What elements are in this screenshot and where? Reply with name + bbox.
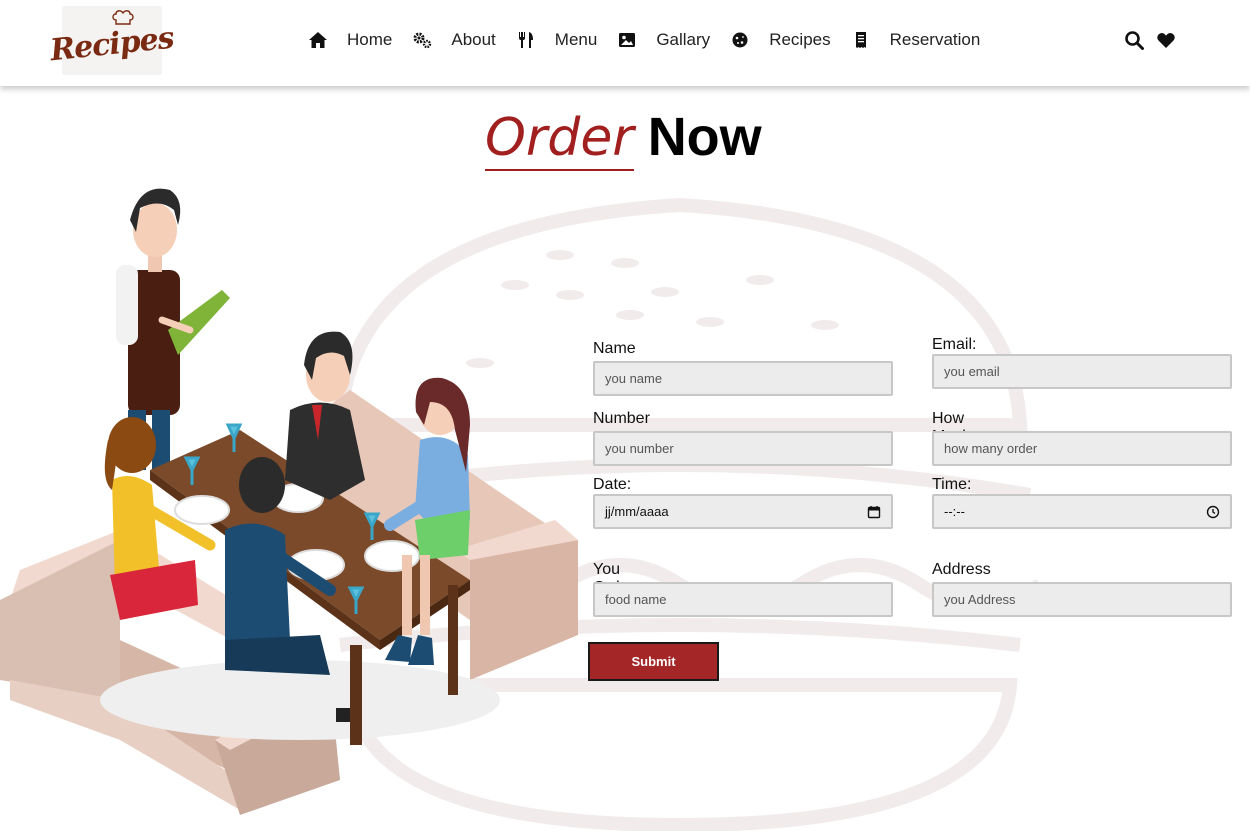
receipt-icon bbox=[855, 32, 866, 48]
name-label: Name bbox=[593, 340, 636, 357]
nav-item-gallary[interactable]: Gallary bbox=[617, 30, 710, 50]
submit-button[interactable]: Submit bbox=[588, 642, 719, 681]
image-icon bbox=[619, 33, 636, 47]
main-nav: Home About Menu Gallary Recipes Reservat… bbox=[308, 30, 1000, 50]
time-input-value: --:-- bbox=[944, 504, 965, 519]
header-actions bbox=[1124, 30, 1188, 50]
nav-label-reservation: Reservation bbox=[889, 30, 981, 49]
search-icon[interactable] bbox=[1124, 30, 1144, 50]
nav-label-menu: Menu bbox=[554, 30, 598, 49]
address-input[interactable]: you Address bbox=[932, 582, 1232, 617]
nav-item-reservation[interactable]: Reservation bbox=[851, 30, 981, 50]
page-title: Order Now bbox=[485, 108, 762, 171]
clock-icon[interactable] bbox=[1206, 505, 1220, 519]
time-input[interactable]: --:-- bbox=[932, 494, 1232, 529]
time-label: Time: bbox=[932, 476, 972, 493]
home-icon bbox=[309, 32, 327, 48]
email-label: Email: bbox=[932, 336, 977, 353]
nav-item-about[interactable]: About bbox=[412, 30, 496, 50]
nav-item-menu[interactable]: Menu bbox=[516, 30, 598, 50]
page-title-accent: Order bbox=[485, 109, 634, 171]
address-label: Address bbox=[932, 561, 991, 578]
calendar-icon[interactable] bbox=[867, 505, 881, 519]
site-header: Recipes Home About Menu Gallary Recipes … bbox=[0, 0, 1250, 86]
email-input[interactable]: you email bbox=[932, 354, 1232, 389]
how-much-input[interactable]: how many order bbox=[932, 431, 1232, 466]
logo-text: Recipes bbox=[48, 20, 176, 69]
logo[interactable]: Recipes bbox=[49, 6, 175, 75]
number-label: Number bbox=[593, 410, 650, 427]
page-title-main: Now bbox=[647, 107, 762, 167]
name-input[interactable]: you name bbox=[593, 361, 893, 396]
date-label: Date: bbox=[593, 476, 632, 493]
nav-label-home: Home bbox=[347, 30, 393, 49]
nav-label-gallary: Gallary bbox=[656, 30, 711, 49]
nav-label-about: About bbox=[451, 30, 496, 49]
nav-item-recipes[interactable]: Recipes bbox=[730, 30, 831, 50]
nav-item-home[interactable]: Home bbox=[308, 30, 392, 50]
date-input-value: jj/mm/aaaa bbox=[605, 504, 669, 519]
heart-icon[interactable] bbox=[1156, 30, 1176, 50]
restaurant-illustration bbox=[0, 188, 578, 815]
order-input[interactable]: food name bbox=[593, 582, 893, 617]
number-input[interactable]: you number bbox=[593, 431, 893, 466]
chef-hat-icon bbox=[112, 10, 134, 25]
gears-icon bbox=[413, 32, 432, 49]
date-input[interactable]: jj/mm/aaaa bbox=[593, 494, 893, 529]
cookie-icon bbox=[732, 32, 748, 48]
nav-label-recipes: Recipes bbox=[769, 30, 831, 49]
utensils-icon bbox=[518, 32, 533, 48]
